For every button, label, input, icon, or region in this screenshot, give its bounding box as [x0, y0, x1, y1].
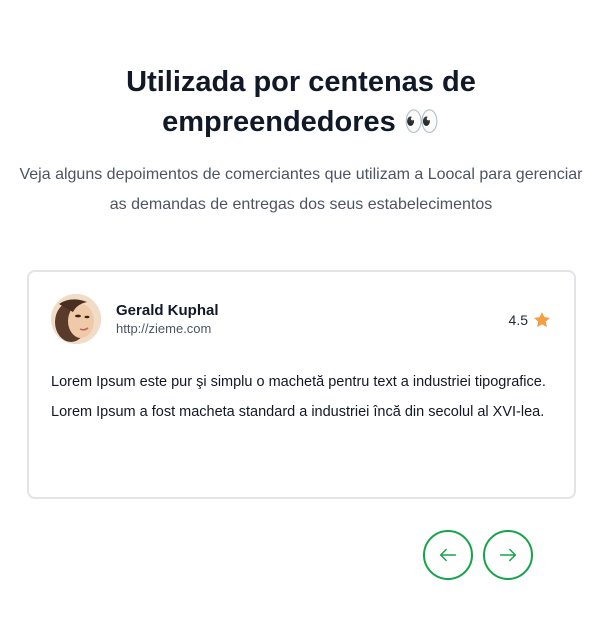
- section-title: Utilizada por centenas de empreendedores…: [0, 62, 602, 142]
- rating-value: 4.5: [508, 312, 528, 328]
- testimonial-paragraph: Lorem Ipsum este pur şi simplu o machetă…: [51, 374, 546, 390]
- avatar-image: [51, 294, 101, 344]
- next-button[interactable]: [483, 530, 533, 580]
- previous-button[interactable]: [423, 530, 473, 580]
- arrow-right-icon: [499, 548, 517, 562]
- author-name: Gerald Kuphal: [116, 302, 219, 319]
- arrow-left-icon: [439, 548, 457, 562]
- section-subtitle: Veja alguns depoimentos de comerciantes …: [19, 166, 583, 213]
- testimonial-paragraph: Lorem Ipsum a fost macheta standard a in…: [51, 404, 545, 420]
- author-website: http://zieme.com: [116, 321, 212, 336]
- avatar: [51, 294, 101, 344]
- testimonial-card: Gerald Kuphal http://zieme.com 4.5 Lorem…: [27, 270, 576, 499]
- title-line-2: empreendedores: [162, 106, 396, 138]
- title-line-1: Utilizada por centenas de: [126, 66, 476, 98]
- testimonials-section: Utilizada por centenas de empreendedores…: [0, 0, 602, 630]
- rating: 4.5: [509, 310, 552, 330]
- eyes-emoji: 👀: [403, 106, 440, 138]
- star-icon: [534, 312, 550, 328]
- testimonial-text: Lorem Ipsum este pur şi simplu o machetă…: [51, 367, 561, 427]
